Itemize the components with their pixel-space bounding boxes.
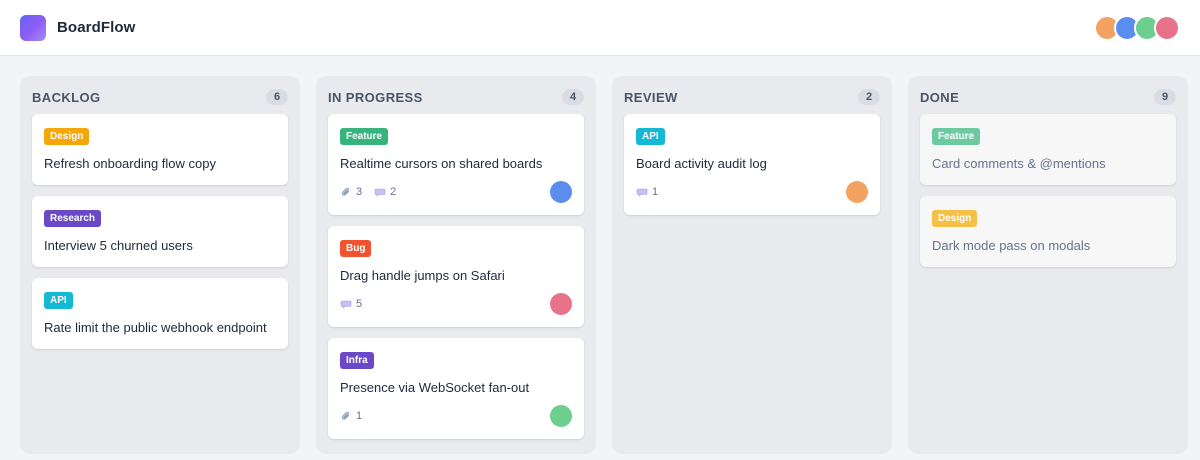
comment-count-value: 2 <box>390 186 397 198</box>
column-done: DONE 9 Feature Card comments & @mentions… <box>908 76 1188 454</box>
attachment-count: 1 <box>340 410 362 422</box>
column-header: DONE 9 <box>920 88 1176 106</box>
column-review: REVIEW 2 API Board activity audit log 1 <box>612 76 892 454</box>
task-card[interactable]: Design Refresh onboarding flow copy <box>32 114 288 185</box>
column-title: BACKLOG <box>32 89 101 105</box>
collaborator-avatars <box>1094 15 1180 41</box>
column-header: REVIEW 2 <box>624 88 880 106</box>
attachment-count: 3 <box>340 186 362 198</box>
card-title: Presence via WebSocket fan-out <box>340 380 530 395</box>
column-count-badge: 2 <box>858 89 880 105</box>
comment-icon <box>374 188 386 197</box>
comment-count: 1 <box>636 186 658 198</box>
comment-count: 5 <box>340 298 362 310</box>
card-title: Drag handle jumps on Safari <box>340 268 505 283</box>
card-tag: Bug <box>340 240 372 257</box>
card-title: Dark mode pass on modals <box>932 238 1091 253</box>
assignee-avatar[interactable] <box>846 181 868 203</box>
card-tag: API <box>44 292 73 309</box>
task-card[interactable]: Feature Realtime cursors on shared board… <box>328 114 584 215</box>
card-tag: Research <box>44 210 102 227</box>
card-meta: 1 <box>340 405 572 427</box>
attachment-count-value: 3 <box>356 186 363 198</box>
task-card[interactable]: API Rate limit the public webhook endpoi… <box>32 278 288 349</box>
task-card[interactable]: Research Interview 5 churned users <box>32 196 288 267</box>
assignee-avatar[interactable] <box>550 181 572 203</box>
comment-count-value: 5 <box>356 298 363 310</box>
card-title: Board activity audit log <box>636 156 767 171</box>
task-card[interactable]: Bug Drag handle jumps on Safari 5 <box>328 226 584 327</box>
paperclip-icon <box>341 187 350 196</box>
column-header: IN PROGRESS 4 <box>328 88 584 106</box>
column-title: REVIEW <box>624 89 678 105</box>
column-count-badge: 9 <box>1154 89 1176 105</box>
card-meta: 5 <box>340 293 572 315</box>
task-card[interactable]: API Board activity audit log 1 <box>624 114 880 215</box>
card-title: Realtime cursors on shared boards <box>340 156 543 171</box>
card-title: Refresh onboarding flow copy <box>44 156 216 171</box>
column-count-badge: 4 <box>562 89 584 105</box>
card-title: Interview 5 churned users <box>44 238 193 253</box>
kanban-board: BACKLOG 6 Design Refresh onboarding flow… <box>20 76 1188 454</box>
column-title: DONE <box>920 89 960 105</box>
column-header: BACKLOG 6 <box>32 88 288 106</box>
card-tag: Feature <box>932 128 981 145</box>
assignee-avatar[interactable] <box>550 293 572 315</box>
attachment-count-value: 1 <box>356 410 363 422</box>
column-backlog: BACKLOG 6 Design Refresh onboarding flow… <box>20 76 300 454</box>
card-tag: Infra <box>340 352 374 369</box>
app-title: BoardFlow <box>57 19 136 36</box>
paperclip-icon <box>341 411 350 420</box>
comment-icon <box>636 188 648 197</box>
card-meta: 3 2 <box>340 181 572 203</box>
avatar[interactable] <box>1154 15 1180 41</box>
card-tag: Design <box>932 210 978 227</box>
task-card[interactable]: Design Dark mode pass on modals <box>920 196 1176 267</box>
comment-count: 2 <box>374 186 396 198</box>
task-card[interactable]: Infra Presence via WebSocket fan-out 1 <box>328 338 584 439</box>
card-tag: API <box>636 128 665 145</box>
card-meta: 1 <box>636 181 868 203</box>
top-bar: BoardFlow <box>0 0 1200 56</box>
card-tag: Feature <box>340 128 389 145</box>
card-title: Card comments & @mentions <box>932 156 1106 171</box>
task-card[interactable]: Feature Card comments & @mentions <box>920 114 1176 185</box>
card-tag: Design <box>44 128 90 145</box>
column-in-progress: IN PROGRESS 4 Feature Realtime cursors o… <box>316 76 596 454</box>
comment-icon <box>340 300 352 309</box>
comment-count-value: 1 <box>652 186 659 198</box>
column-title: IN PROGRESS <box>328 89 423 105</box>
card-title: Rate limit the public webhook endpoint <box>44 320 267 335</box>
assignee-avatar[interactable] <box>550 405 572 427</box>
app-logo <box>20 14 46 41</box>
column-count-badge: 6 <box>266 89 288 105</box>
